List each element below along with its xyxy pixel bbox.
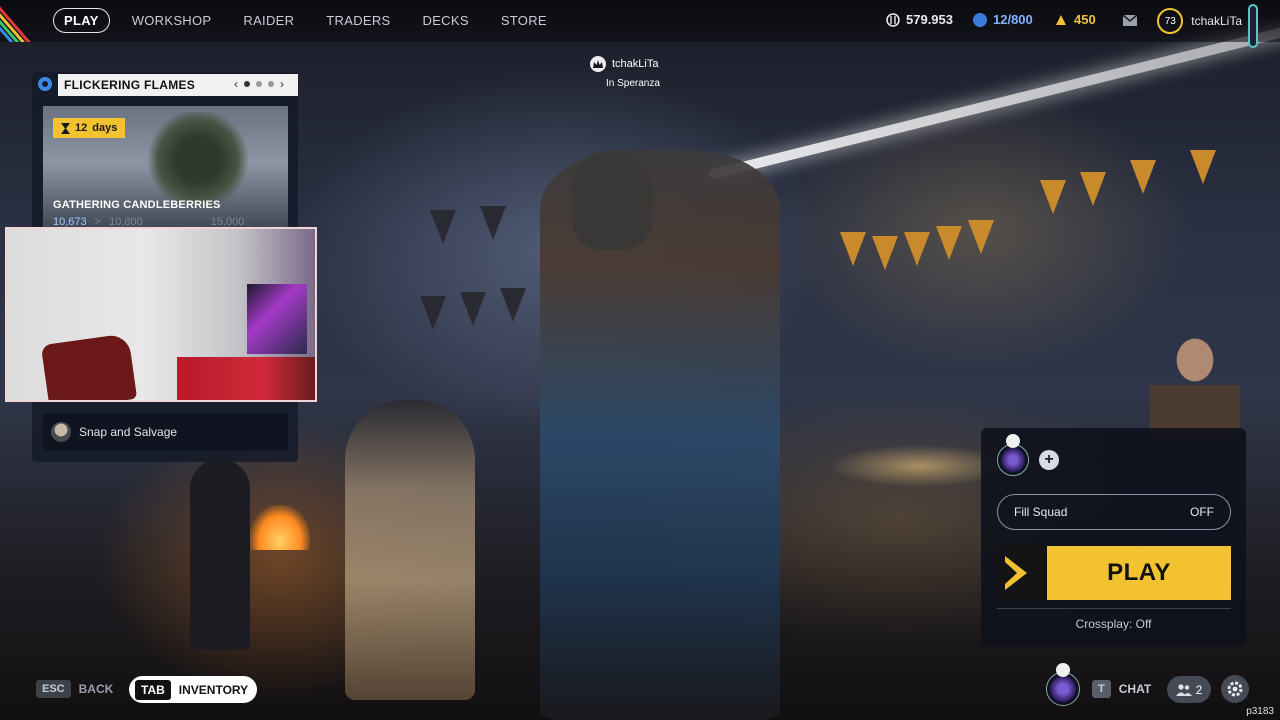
bunting-flag [1080, 172, 1106, 206]
t-key-icon: T [1092, 680, 1111, 698]
nav-traders[interactable]: TRADERS [310, 8, 406, 33]
bunting-flag [500, 288, 526, 322]
party-member-icon[interactable] [1248, 4, 1258, 48]
friends-button[interactable]: 2 [1167, 676, 1211, 703]
credits-value: 579.953 [906, 12, 953, 27]
webcam-pillow [40, 333, 138, 400]
bunting-flag [936, 226, 962, 260]
player-avatar[interactable] [1046, 672, 1080, 706]
event-card[interactable]: 12 days GATHERING CANDLEBERRIES 10,673 >… [43, 106, 288, 232]
event-card-image [143, 112, 253, 207]
quest-giver-avatar [51, 422, 71, 442]
friends-count: 2 [1195, 682, 1203, 697]
bunting-flag [1040, 180, 1066, 214]
webcam-desk [177, 357, 315, 400]
player-name-row: tchakLiTa [590, 56, 660, 72]
squad-member-avatar[interactable] [997, 444, 1029, 476]
bunting-flag [872, 236, 898, 270]
gear-icon [1227, 681, 1243, 697]
play-panel: + Fill Squad OFF PLAY Crossplay: Off [981, 428, 1246, 646]
fill-squad-toggle[interactable]: Fill Squad OFF [997, 494, 1231, 530]
friends-icon [1175, 683, 1192, 696]
build-id: p3183 [1246, 706, 1274, 717]
player-character-head [572, 150, 652, 250]
game-logo [0, 0, 42, 42]
nav-store[interactable]: STORE [485, 8, 563, 33]
quest-label: Snap and Salvage [79, 425, 178, 439]
hourglass-icon [61, 122, 70, 134]
pager-dot[interactable] [268, 81, 274, 87]
inventory-button[interactable]: TAB INVENTORY [129, 676, 257, 703]
play-chevron-icon [997, 546, 1047, 600]
top-navigation-bar: PLAY WORKSHOP RAIDER TRADERS DECKS STORE… [0, 0, 1280, 48]
profile-chip[interactable]: 73 tchakLiTa [1157, 8, 1242, 34]
back-label: BACK [78, 682, 114, 696]
bunting-flag [480, 206, 506, 240]
back-button[interactable]: ESC BACK [36, 680, 113, 698]
crown-icon [590, 56, 606, 72]
credits-icon [886, 12, 900, 27]
days-remaining-badge: 12 days [53, 118, 126, 138]
event-card-title: GATHERING CANDLEBERRIES [53, 199, 221, 211]
chat-button[interactable]: T CHAT [1092, 680, 1151, 698]
mail-icon[interactable] [1122, 14, 1138, 27]
credits-display[interactable]: 579.953 [886, 12, 953, 27]
chat-label: CHAT [1118, 682, 1152, 696]
event-title: FLICKERING FLAMES [64, 78, 196, 92]
pager-next-button[interactable]: › [280, 77, 284, 91]
fire-barrel [250, 505, 310, 550]
nav-decks[interactable]: DECKS [407, 8, 485, 33]
bunting-flag [968, 220, 994, 254]
background-figure [190, 460, 250, 650]
cred-icon [1056, 14, 1066, 25]
bunting-flag [904, 232, 930, 266]
crown-icon [1056, 663, 1070, 677]
raider-token-icon [973, 12, 987, 27]
player-location: In Speranza [606, 78, 660, 89]
bunting-flag [1130, 160, 1156, 194]
npc-trader [1150, 330, 1240, 440]
webcam-pc [247, 284, 307, 354]
settings-button[interactable] [1221, 675, 1249, 703]
raider-tokens-value: 12/800 [993, 12, 1033, 27]
event-pager: ‹ › [234, 77, 284, 91]
event-header: FLICKERING FLAMES ‹ › [58, 74, 298, 96]
fill-squad-label: Fill Squad [1014, 505, 1068, 519]
days-unit: days [92, 122, 118, 134]
raider-tokens-display[interactable]: 12/800 [973, 12, 1033, 27]
inventory-label: INVENTORY [178, 682, 249, 697]
bunting-flag [420, 296, 446, 330]
main-nav: PLAY WORKSHOP RAIDER TRADERS DECKS STORE [53, 8, 563, 33]
nav-workshop[interactable]: WORKSHOP [116, 8, 228, 33]
statue [345, 400, 475, 700]
quest-item[interactable]: Snap and Salvage [43, 414, 288, 450]
divider [997, 608, 1231, 609]
play-button-label: PLAY [1107, 559, 1171, 586]
event-gear-icon [38, 77, 52, 91]
add-squad-member-button[interactable]: + [1039, 450, 1059, 470]
nav-play[interactable]: PLAY [53, 8, 110, 33]
esc-key-icon: ESC [36, 680, 71, 698]
bunting-flag [460, 292, 486, 326]
profile-username: tchakLiTa [1191, 14, 1242, 28]
tab-key-icon: TAB [135, 679, 171, 700]
fill-squad-value: OFF [1190, 505, 1214, 519]
player-level-badge: 73 [1157, 8, 1184, 34]
squad-leader-crown-icon [1006, 434, 1020, 448]
pager-prev-button[interactable]: ‹ [234, 77, 238, 91]
bunting-flag [430, 210, 456, 244]
webcam-overlay [5, 227, 317, 402]
pager-dot[interactable] [256, 81, 262, 87]
bunting-flag [1190, 150, 1216, 184]
crossplay-status: Crossplay: Off [1075, 617, 1152, 631]
nav-raider[interactable]: RAIDER [227, 8, 310, 33]
player-nametag: tchakLiTa In Speranza [590, 56, 660, 89]
cred-value: 450 [1074, 12, 1096, 27]
days-count: 12 [75, 122, 88, 134]
cred-display[interactable]: 450 [1054, 12, 1096, 27]
player-name: tchakLiTa [612, 58, 659, 70]
play-button[interactable]: PLAY [997, 546, 1231, 600]
pager-dot[interactable] [244, 81, 250, 87]
bunting-flag [840, 232, 866, 266]
